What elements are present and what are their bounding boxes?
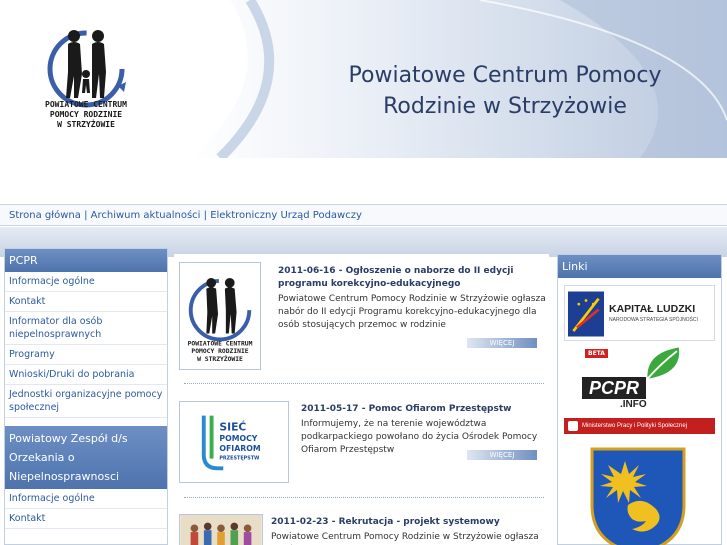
ministry-text: Ministerstwo Pracy i Polityki Społecznej bbox=[582, 423, 688, 429]
sidebar-item-contact[interactable]: Kontakt bbox=[5, 292, 167, 312]
sidebar-item-team-contact[interactable]: Kontakt bbox=[5, 509, 167, 529]
pcpr-info-banner[interactable]: BETA PCPR .INFO bbox=[582, 345, 692, 413]
news-title[interactable]: 2011-02-23 - Rekrutacja - projekt system… bbox=[271, 516, 549, 529]
thumb-text-line2: POMOCY bbox=[219, 434, 257, 443]
thumb-logo-line3: W STRZYŻOWIE bbox=[197, 354, 243, 363]
eagle-icon bbox=[568, 421, 578, 431]
site-title: Powiatowe Centrum Pomocy Rodzinie w Strz… bbox=[300, 60, 710, 122]
nav-news-archive[interactable]: Archiwum aktualności bbox=[91, 210, 201, 221]
pcpr-info-domain: .INFO bbox=[620, 399, 647, 410]
logo-text-line1: POWIATOWE CENTRUM bbox=[45, 100, 127, 109]
thumb-text-line1: SIEĆ bbox=[219, 420, 246, 433]
kapital-ludzki-title: KAPITAŁ LUDZKI bbox=[609, 303, 696, 315]
sidebar-item-forms[interactable]: Wnioski/Druki do pobrania bbox=[5, 365, 167, 385]
news-thumbnail[interactable]: POWIATOWE CENTRUM POMOCY RODZINIE W STRZ… bbox=[179, 262, 261, 370]
news-thumbnail[interactable]: SIEĆ POMOCY OFIAROM PRZESTĘPSTW bbox=[179, 401, 289, 483]
sidebar-item-units[interactable]: Jednostki organizacyjne pomocy społeczne… bbox=[5, 385, 167, 418]
nav-home[interactable]: Strona główna bbox=[9, 210, 81, 221]
kapital-ludzki-banner[interactable]: KAPITAŁ LUDZKI NARODOWA STRATEGIA SPÓJNO… bbox=[564, 285, 715, 341]
more-button[interactable]: WIĘCEJ bbox=[467, 338, 537, 348]
news-body: 2011-02-23 - Rekrutacja - projekt system… bbox=[271, 516, 549, 545]
nav-epuap[interactable]: Elektroniczny Urząd Podawczy bbox=[210, 210, 362, 221]
thumb-text-line3: OFIAROM bbox=[219, 444, 261, 453]
right-sidebar: Linki KAPITAŁ LUDZKI NARODOWA STRATEGIA … bbox=[557, 254, 722, 545]
eu-flag-icon bbox=[568, 291, 604, 337]
nav-separator: | bbox=[84, 210, 88, 221]
thumb-text-line4: PRZESTĘPSTW bbox=[219, 456, 260, 462]
nav-separator: | bbox=[203, 210, 207, 221]
news-item: SIEĆ POMOCY OFIAROM PRZESTĘPSTW 2011-05-… bbox=[179, 401, 549, 511]
thumb-logo-line1: POWIATOWE CENTRUM bbox=[188, 340, 253, 347]
news-text: Powiatowe Centrum Pomocy Rodzinie w Strz… bbox=[271, 532, 539, 542]
news-body: 2011-06-16 - Ogłoszenie o naborze do II … bbox=[278, 265, 546, 332]
sidebar-item-team-general-info[interactable]: Informacje ogólne bbox=[5, 489, 167, 509]
sidebar-heading-pcpr: PCPR bbox=[5, 249, 167, 272]
news-divider bbox=[184, 383, 544, 384]
site-header: POWIATOWE CENTRUM POMOCY RODZINIE W STRZ… bbox=[0, 0, 727, 158]
site-logo[interactable]: POWIATOWE CENTRUM POMOCY RODZINIE W STRZ… bbox=[36, 14, 136, 139]
sidebar-heading-disability-team: Powiatowy Zespół d/s Orzekania o Niepeln… bbox=[5, 426, 167, 489]
coat-of-arms[interactable] bbox=[588, 445, 688, 545]
victims-network-logo-icon: SIEĆ POMOCY OFIAROM PRZESTĘPSTW bbox=[201, 415, 261, 471]
leaf-icon bbox=[646, 347, 680, 380]
beta-badge: BETA bbox=[585, 349, 608, 358]
main-content: POWIATOWE CENTRUM POMOCY RODZINIE W STRZ… bbox=[174, 254, 549, 545]
left-sidebar: PCPR Informacje ogólne Kontakt Informato… bbox=[4, 248, 168, 545]
site-title-line1: Powiatowe Centrum Pomocy bbox=[348, 63, 662, 88]
thumb-logo-line2: POMOCY RODZINIE bbox=[191, 348, 248, 355]
sidebar-item-disabled-info[interactable]: Informator dla osób niepelnosprawnych bbox=[5, 312, 167, 345]
news-item: POWIATOWE CENTRUM POMOCY RODZINIE W STRZ… bbox=[179, 262, 549, 377]
sidebar-item-general-info[interactable]: Informacje ogólne bbox=[5, 272, 167, 292]
logo-text-line3: W STRZYŻOWIE bbox=[57, 120, 115, 129]
news-divider bbox=[184, 497, 544, 498]
news-title[interactable]: 2011-05-17 - Pomoc Ofiarom Przestępstw bbox=[301, 403, 546, 416]
sidebar-item-programs[interactable]: Programy bbox=[5, 345, 167, 365]
site-title-line2: Rodzinie w Strzyżowie bbox=[383, 94, 627, 119]
logo-text-line2: POMOCY RODZINIE bbox=[49, 110, 123, 119]
news-text: Powiatowe Centrum Pomocy Rodzinie w Strz… bbox=[278, 294, 546, 330]
group-photo-icon bbox=[181, 515, 261, 545]
top-nav: Strona główna | Archiwum aktualności | E… bbox=[0, 204, 727, 226]
ministry-banner[interactable]: Ministerstwo Pracy i Polityki Społecznej bbox=[564, 418, 715, 434]
family-logo-icon: POWIATOWE CENTRUM POMOCY RODZINIE W STRZ… bbox=[188, 277, 253, 363]
news-thumbnail[interactable] bbox=[179, 514, 263, 545]
news-body: 2011-05-17 - Pomoc Ofiarom Przestępstw I… bbox=[301, 403, 546, 457]
news-title[interactable]: 2011-06-16 - Ogłoszenie o naborze do II … bbox=[278, 265, 546, 291]
links-heading: Linki bbox=[558, 255, 721, 278]
more-button[interactable]: WIĘCEJ bbox=[467, 450, 537, 460]
coat-of-arms-icon bbox=[590, 447, 686, 545]
pcpr-info-text: PCPR bbox=[582, 377, 646, 399]
news-item: 2011-02-23 - Rekrutacja - projekt system… bbox=[179, 514, 549, 545]
kapital-ludzki-subtitle: NARODOWA STRATEGIA SPÓJNOŚCI bbox=[609, 317, 698, 323]
